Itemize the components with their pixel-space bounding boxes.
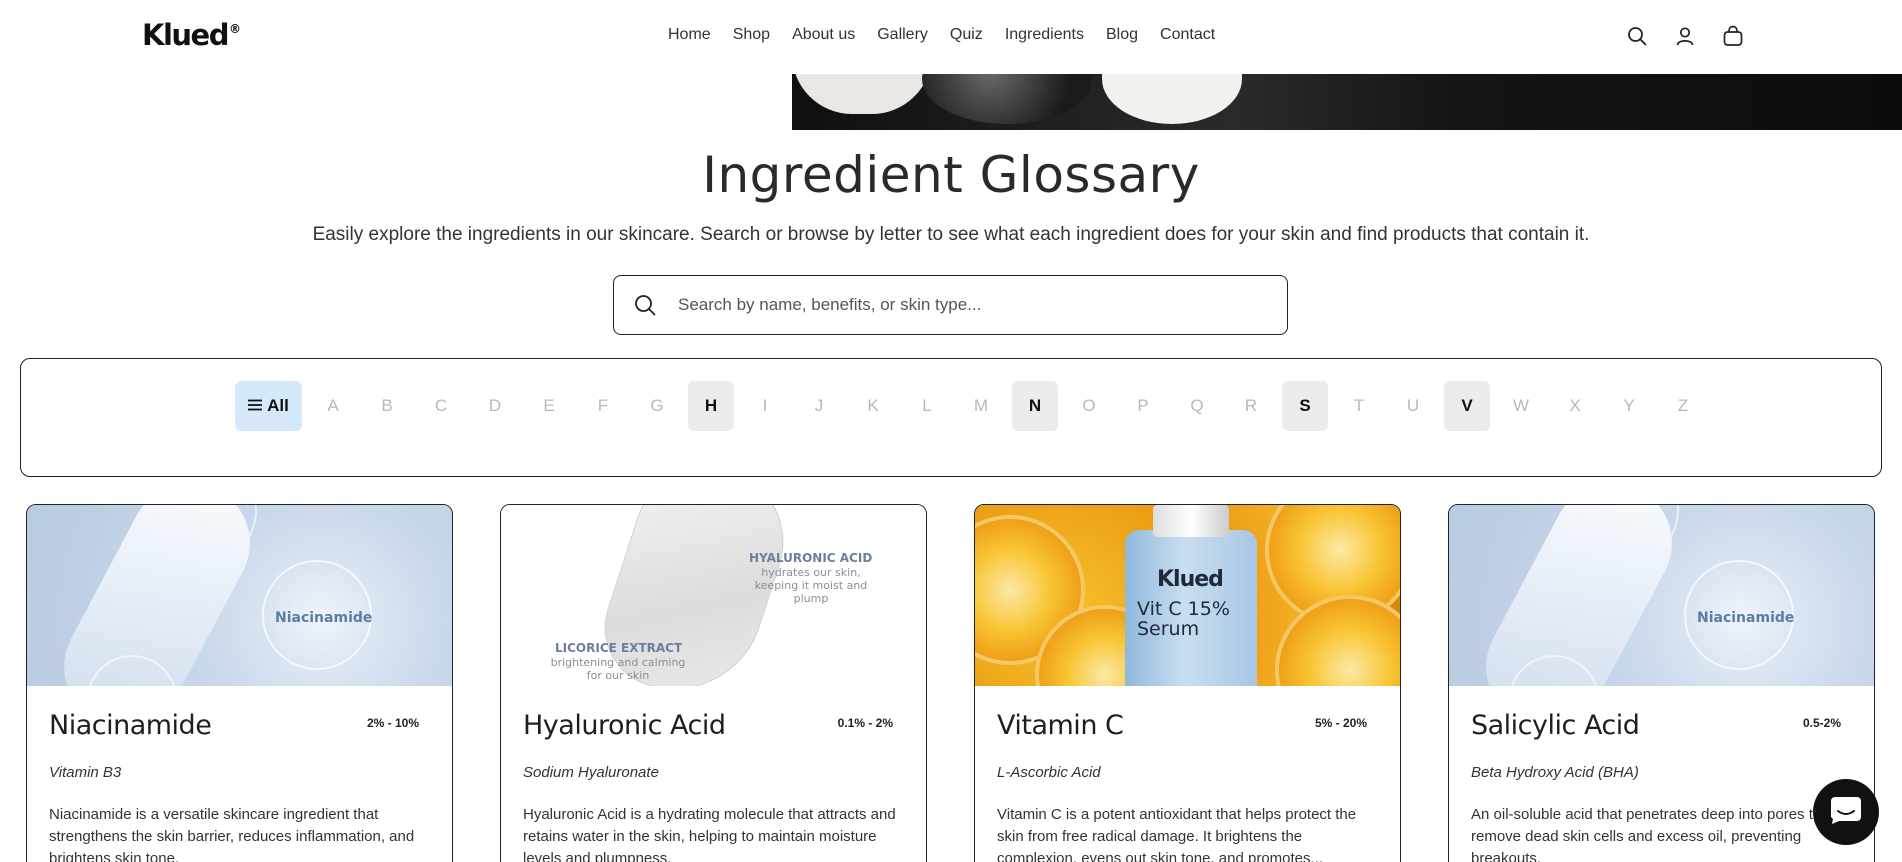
hero-shape (792, 74, 932, 114)
image-caption: brightening and calming for our skin (550, 656, 686, 682)
filter-letter-e[interactable]: E (526, 381, 572, 431)
ingredient-description: An oil-soluble acid that penetrates deep… (1471, 806, 1822, 862)
filter-letter-d[interactable]: D (472, 381, 518, 431)
filter-letter-q[interactable]: Q (1174, 381, 1220, 431)
cart-icon[interactable] (1721, 24, 1745, 48)
ingredient-name: Niacinamide (49, 710, 212, 741)
filter-letter-n[interactable]: N (1012, 381, 1058, 431)
filter-letter-v[interactable]: V (1444, 381, 1490, 431)
ingredient-image: Klued Vit C 15% Serum (975, 505, 1400, 686)
search-icon (632, 292, 658, 318)
ingredient-name: Hyaluronic Acid (523, 710, 726, 741)
ingredient-description: Hyaluronic Acid is a hydrating molecule … (523, 806, 896, 862)
account-icon[interactable] (1673, 24, 1697, 48)
hero-shape (1102, 74, 1242, 124)
filter-letter-o[interactable]: O (1066, 381, 1112, 431)
nav-about-us[interactable]: About us (792, 26, 855, 44)
menu-icon (248, 396, 263, 416)
hero-image (792, 74, 1902, 130)
filter-letter-f[interactable]: F (580, 381, 626, 431)
filter-letter-g[interactable]: G (634, 381, 680, 431)
hero-shape (922, 74, 1092, 124)
ingredient-description: Niacinamide is a versatile skincare ingr… (49, 806, 415, 862)
ingredient-name: Salicylic Acid (1471, 710, 1640, 741)
filter-letter-j[interactable]: J (796, 381, 842, 431)
site-header: Klued® Home Shop About us Gallery Quiz I… (0, 0, 1902, 74)
image-label: Niacinamide (275, 610, 373, 626)
ingredient-image: Niacinamide (27, 505, 452, 686)
ingredient-image: HYALURONIC ACID hydrates our skin, keepi… (501, 505, 926, 686)
ingredient-card[interactable]: Niacinamide Salicylic Acid 0.5-2% Beta H… (1448, 504, 1875, 862)
filter-all-button[interactable]: All (235, 381, 302, 431)
registered-mark: ® (229, 22, 241, 36)
filter-letter-z[interactable]: Z (1660, 381, 1706, 431)
page-title: Ingredient Glossary (702, 146, 1200, 204)
image-label: HYALURONIC ACID (749, 551, 873, 565)
filter-letter-x[interactable]: X (1552, 381, 1598, 431)
alphabet-filter: All ABCDEFGHIJKLMNOPQRSTUVWXYZ (20, 358, 1882, 477)
scientific-name: Vitamin B3 (49, 764, 122, 781)
header-actions (1625, 24, 1745, 48)
nav-blog[interactable]: Blog (1106, 26, 1138, 44)
image-caption: hydrates our skin, keeping it moist and … (754, 566, 868, 605)
filter-letter-w[interactable]: W (1498, 381, 1544, 431)
search-box[interactable] (613, 275, 1288, 335)
filter-letter-y[interactable]: Y (1606, 381, 1652, 431)
filter-letter-i[interactable]: I (742, 381, 788, 431)
nav-home[interactable]: Home (668, 26, 711, 44)
nav-quiz[interactable]: Quiz (950, 26, 983, 44)
filter-letter-h[interactable]: H (688, 381, 734, 431)
nav-shop[interactable]: Shop (733, 26, 770, 44)
search-icon[interactable] (1625, 24, 1649, 48)
ingredient-image: Niacinamide (1449, 505, 1874, 686)
scientific-name: Beta Hydroxy Acid (BHA) (1471, 764, 1639, 781)
search-input[interactable] (678, 295, 1238, 315)
filter-letter-s[interactable]: S (1282, 381, 1328, 431)
filter-letter-a[interactable]: A (310, 381, 356, 431)
filter-letter-m[interactable]: M (958, 381, 1004, 431)
concentration-badge: 0.1% - 2% (837, 716, 893, 730)
filter-letter-k[interactable]: K (850, 381, 896, 431)
product-brand: Klued (1157, 567, 1224, 592)
scientific-name: L-Ascorbic Acid (997, 764, 1101, 781)
image-label: Niacinamide (1697, 610, 1795, 626)
nav-contact[interactable]: Contact (1160, 26, 1215, 44)
filter-letter-p[interactable]: P (1120, 381, 1166, 431)
image-label: LICORICE EXTRACT (555, 641, 683, 655)
filter-letter-r[interactable]: R (1228, 381, 1274, 431)
chat-button[interactable] (1813, 779, 1879, 845)
filter-letter-l[interactable]: L (904, 381, 950, 431)
ingredient-description: Vitamin C is a potent antioxidant that h… (997, 806, 1357, 862)
brand-logo[interactable]: Klued® (142, 18, 241, 52)
nav-gallery[interactable]: Gallery (877, 26, 928, 44)
main-nav: Home Shop About us Gallery Quiz Ingredie… (668, 26, 1215, 44)
chat-icon (1829, 795, 1863, 830)
scientific-name: Sodium Hyaluronate (523, 764, 659, 781)
nav-ingredients[interactable]: Ingredients (1005, 26, 1084, 44)
product-name: Vit C 15% Serum (1137, 598, 1230, 640)
filter-all-label: All (267, 396, 289, 415)
filter-letter-c[interactable]: C (418, 381, 464, 431)
filter-letter-t[interactable]: T (1336, 381, 1382, 431)
concentration-badge: 0.5-2% (1802, 716, 1841, 730)
concentration-badge: 5% - 20% (1314, 716, 1367, 730)
alphabet-row: All ABCDEFGHIJKLMNOPQRSTUVWXYZ (235, 381, 1706, 431)
filter-letter-u[interactable]: U (1390, 381, 1436, 431)
page-subtitle: Easily explore the ingredients in our sk… (312, 224, 1590, 245)
concentration-badge: 2% - 10% (366, 716, 419, 730)
filter-letter-b[interactable]: B (364, 381, 410, 431)
ingredient-card[interactable]: HYALURONIC ACID hydrates our skin, keepi… (500, 504, 927, 862)
logo-text: Klued (142, 18, 230, 52)
ingredient-card[interactable]: Niacinamide Niacinamide 2% - 10% Vitamin… (26, 504, 453, 862)
ingredient-card[interactable]: Klued Vit C 15% Serum Vitamin C 5% - 20%… (974, 504, 1401, 862)
ingredient-name: Vitamin C (997, 710, 1124, 741)
